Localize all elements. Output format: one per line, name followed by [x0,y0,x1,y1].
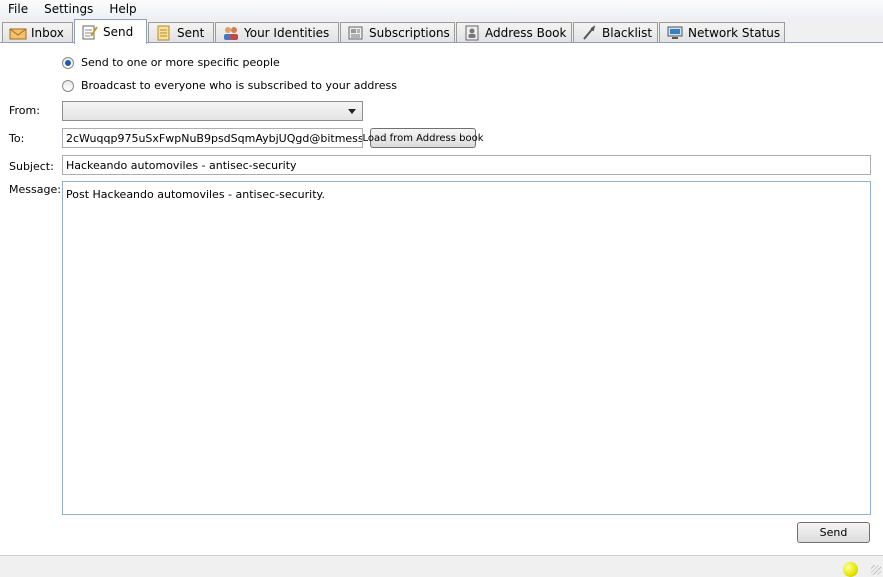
blacklist-icon [580,25,598,41]
message-label: Message: [9,183,61,196]
from-label: From: [9,104,40,117]
menu-settings[interactable]: Settings [36,0,101,18]
to-label: To: [9,132,25,145]
menu-help[interactable]: Help [101,0,144,18]
tab-blacklist[interactable]: Blacklist [573,22,658,43]
send-button[interactable]: Send [797,522,870,543]
chevron-down-icon [348,109,356,114]
tab-sent-label: Sent [177,26,205,40]
send-icon [81,24,99,40]
tab-subscriptions[interactable]: Subscriptions [340,22,455,43]
radio-send-specific[interactable]: Send to one or more specific people [62,56,280,69]
radio-broadcast[interactable]: Broadcast to everyone who is subscribed … [62,79,397,92]
tab-your-identities[interactable]: Your Identities [215,22,339,43]
tab-subscriptions-label: Subscriptions [369,26,450,40]
status-bar [0,555,883,577]
tab-address-book-label: Address Book [485,26,567,40]
radio-broadcast-button[interactable] [62,79,74,92]
tab-network-status-label: Network Status [688,26,781,40]
tab-blacklist-label: Blacklist [602,26,653,40]
to-input[interactable]: 2cWuqqp975uSxFwpNuB9psdSqmAybjUQgd@bitme… [62,128,363,148]
tab-inbox[interactable]: Inbox [2,22,73,43]
tab-send-label: Send [103,25,134,39]
tab-network-status[interactable]: Network Status [659,22,785,43]
tab-your-identities-label: Your Identities [244,26,330,40]
inbox-icon [9,25,27,41]
radio-specific-button[interactable] [62,56,74,69]
tab-address-book[interactable]: Address Book [456,22,572,43]
sent-icon [155,25,173,41]
subject-input[interactable]: Hackeando automoviles - antisec-security [62,155,871,175]
radio-broadcast-label: Broadcast to everyone who is subscribed … [81,79,397,92]
tab-sent[interactable]: Sent [148,22,214,43]
message-textarea[interactable]: Post Hackeando automoviles - antisec-sec… [62,181,871,515]
load-from-address-book-button[interactable]: Load from Address book [363,128,484,148]
tab-bar: Inbox Send Sent Your Identities Subscrip… [0,18,883,44]
address-book-icon [463,25,481,41]
menu-file[interactable]: File [0,0,36,18]
tab-send[interactable]: Send [74,19,147,44]
radio-specific-label: Send to one or more specific people [81,56,280,69]
subject-label: Subject: [9,160,54,173]
tab-inbox-label: Inbox [31,26,64,40]
identities-icon [222,25,240,41]
network-status-icon [666,25,684,41]
menu-bar: File Settings Help [0,0,883,18]
resize-grip-icon[interactable] [871,565,881,575]
from-dropdown[interactable] [62,101,363,121]
subscriptions-icon [347,25,365,41]
network-status-indicator-icon[interactable] [843,562,858,577]
send-panel: Send to one or more specific people Broa… [0,42,883,555]
